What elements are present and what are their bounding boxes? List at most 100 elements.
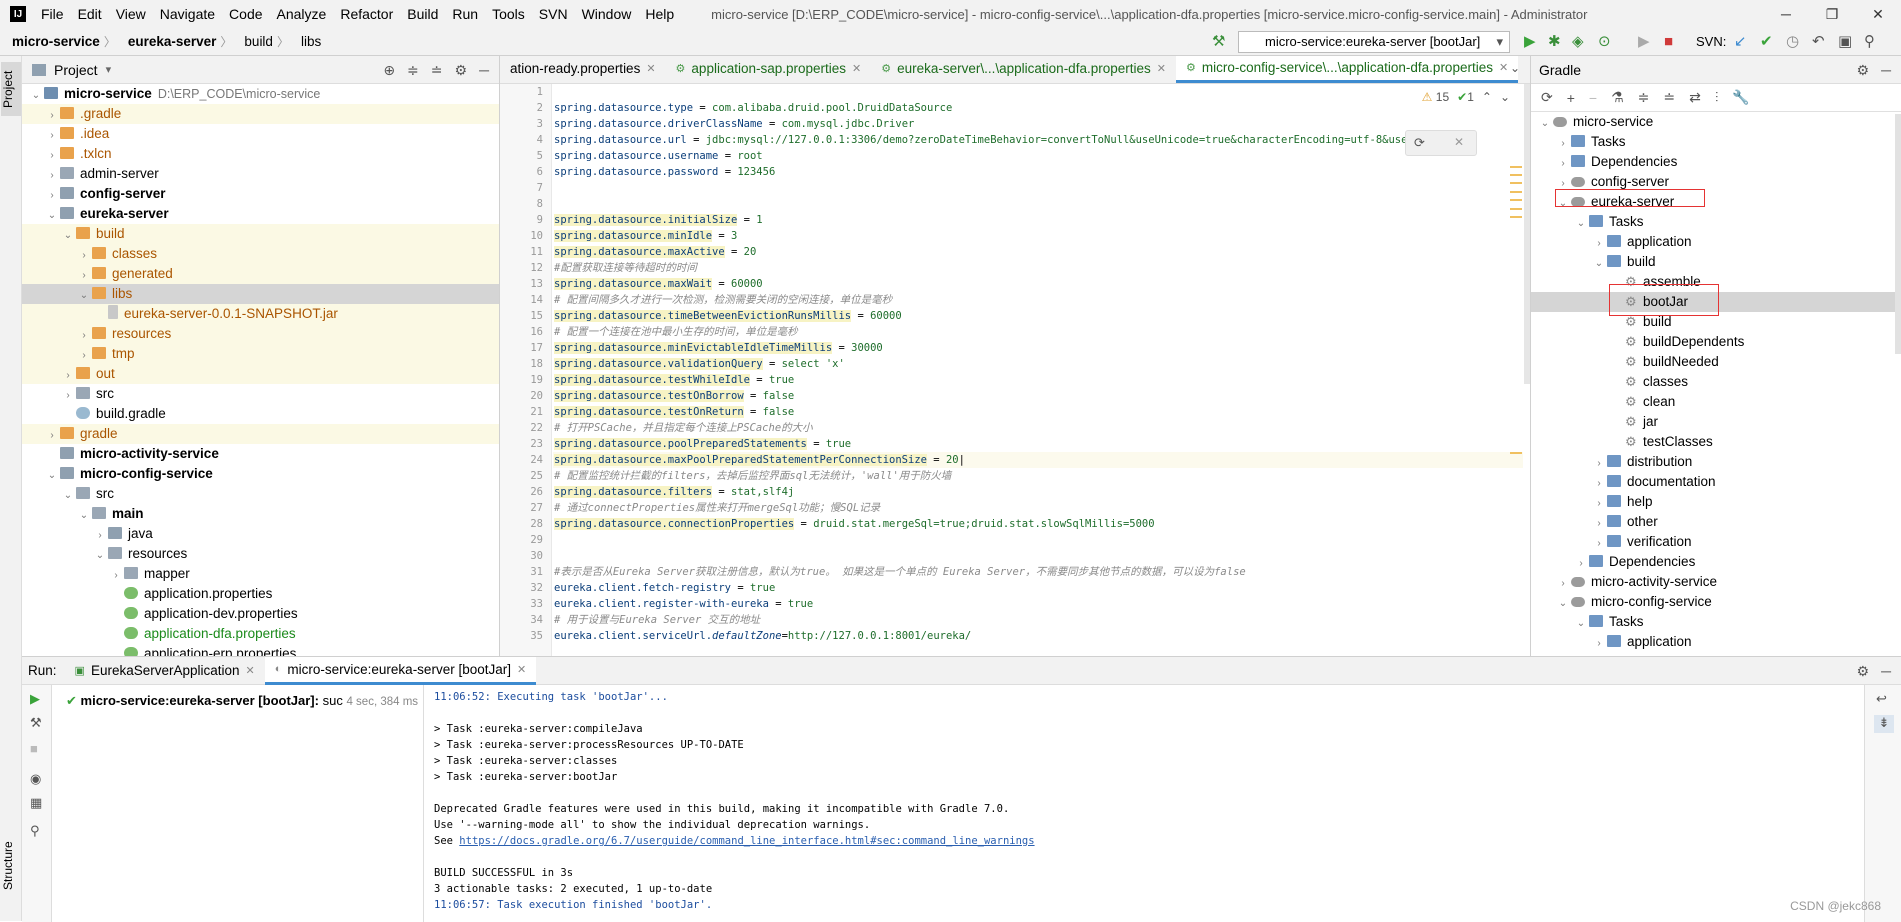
chevron-right-icon[interactable]: › — [92, 526, 108, 546]
code-line[interactable]: spring.datasource.filters = stat,slf4j — [553, 484, 1523, 500]
hide-icon[interactable]: ─ — [1881, 657, 1891, 685]
chevron-right-icon[interactable]: › — [76, 326, 92, 346]
error-stripe-mark[interactable] — [1510, 216, 1522, 218]
chevron-right-icon[interactable]: › — [1555, 154, 1571, 174]
chevron-right-icon[interactable]: › — [108, 566, 124, 586]
project-tree-item[interactable]: micro-activity-service — [22, 444, 499, 464]
svn-update-icon[interactable]: ↙ — [1734, 32, 1747, 52]
gradle-tree-item[interactable]: ⌄ micro-service — [1531, 112, 1901, 132]
gradle-tree-item[interactable]: › application — [1531, 632, 1901, 652]
code-line[interactable]: spring.datasource.type = com.alibaba.dru… — [553, 100, 1523, 116]
gear-icon[interactable]: ⚙ — [1857, 56, 1870, 84]
code-line[interactable]: spring.datasource.minIdle = 3 — [553, 228, 1523, 244]
gradle-tree-item[interactable]: ⚙ build — [1531, 312, 1901, 332]
gradle-tree-item[interactable]: ⚙ classes — [1531, 372, 1901, 392]
search-everywhere-icon[interactable]: ⚲ — [1864, 32, 1875, 52]
eye-icon[interactable]: ◉ — [30, 771, 41, 787]
close-window-icon[interactable]: ✕ — [1855, 0, 1901, 28]
project-tree-item[interactable]: ⌄ libs — [22, 284, 499, 304]
menu-item-run[interactable]: Run — [445, 0, 485, 28]
chevron-down-icon[interactable]: ⌄ — [28, 86, 44, 106]
code-line[interactable]: spring.datasource.password = 123456 — [553, 164, 1523, 180]
project-tree-item[interactable]: ⌄ build — [22, 224, 499, 244]
chevron-down-icon[interactable]: ▾ — [106, 63, 112, 76]
chevron-right-icon[interactable]: › — [44, 426, 60, 446]
menu-item-svn[interactable]: SVN — [532, 0, 575, 28]
gradle-tree-item[interactable]: ⚙ buildDependents — [1531, 332, 1901, 352]
code-line[interactable]: spring.datasource.testOnReturn = false — [553, 404, 1523, 420]
expand-all-icon[interactable]: ≑ — [1638, 89, 1650, 106]
breadcrumb-libs[interactable]: libs — [289, 34, 325, 49]
structure-tool-tab[interactable]: Structure — [1, 831, 21, 901]
menu-item-tools[interactable]: Tools — [485, 0, 532, 28]
close-icon[interactable]: ✕ — [517, 663, 526, 676]
console-link[interactable]: https://docs.gradle.org/6.7/userguide/co… — [459, 835, 1034, 847]
menu-item-analyze[interactable]: Analyze — [270, 0, 334, 28]
breadcrumb-root[interactable]: micro-service — [0, 34, 104, 49]
gradle-reload-popup[interactable]: ⟳ ✕ — [1405, 130, 1477, 156]
minimize-icon[interactable]: ─ — [1763, 0, 1809, 28]
chevron-right-icon[interactable]: › — [60, 386, 76, 406]
hammer-build-icon[interactable]: ⚒ — [1212, 32, 1225, 52]
code-line[interactable]: eureka.client.fetch-registry = true — [553, 580, 1523, 596]
gradle-tree-item[interactable]: ⚙ jar — [1531, 412, 1901, 432]
code-line[interactable]: spring.datasource.url = jdbc:mysql://127… — [553, 132, 1523, 148]
revert-icon[interactable]: ↶ — [1812, 32, 1825, 52]
error-stripe-mark[interactable] — [1510, 199, 1522, 201]
menu-item-file[interactable]: File — [34, 0, 71, 28]
project-tree-item[interactable]: application.properties — [22, 584, 499, 604]
svn-commit-icon[interactable]: ✔ — [1760, 32, 1773, 52]
code-line[interactable]: spring.datasource.driverClassName = com.… — [553, 116, 1523, 132]
project-tree-item[interactable]: ⌄ micro-service D:\ERP_CODE\micro-service — [22, 84, 499, 104]
code-view[interactable]: spring.datasource.type = com.alibaba.dru… — [553, 84, 1523, 656]
project-tree-item[interactable]: › classes — [22, 244, 499, 264]
code-line[interactable]: # 通过connectProperties属性来打开mergeSql功能；慢SQ… — [553, 500, 1523, 516]
stop-icon[interactable]: ■ — [30, 741, 38, 756]
locate-icon[interactable]: ⊕ — [383, 56, 395, 84]
chevron-right-icon[interactable]: › — [1591, 534, 1607, 554]
gradle-tree-item[interactable]: › Tasks — [1531, 132, 1901, 152]
code-line[interactable]: eureka.client.register-with-eureka = tru… — [553, 596, 1523, 612]
gradle-scrollbar[interactable] — [1895, 114, 1901, 354]
execute-task-icon[interactable]: ⚗ — [1611, 89, 1624, 106]
chevron-right-icon[interactable]: › — [44, 166, 60, 186]
error-stripe-mark[interactable] — [1510, 452, 1522, 454]
chevron-right-icon[interactable]: › — [1591, 514, 1607, 534]
run-icon[interactable]: ▶ — [1524, 32, 1536, 52]
gradle-tree-item[interactable]: › micro-activity-service — [1531, 572, 1901, 592]
prev-highlight-icon[interactable]: ⌃ — [1482, 90, 1492, 104]
code-line[interactable]: spring.datasource.maxPoolPreparedStateme… — [553, 452, 1523, 468]
project-tree-item[interactable]: › config-server — [22, 184, 499, 204]
gear-icon[interactable]: ⚙ — [455, 56, 468, 84]
history-icon[interactable]: ◷ — [1786, 32, 1799, 52]
hide-icon[interactable]: ─ — [479, 56, 489, 84]
breadcrumb-build[interactable]: build — [232, 34, 277, 49]
soft-wrap-icon[interactable]: ↩ — [1876, 691, 1887, 707]
code-line[interactable]: spring.datasource.initialSize = 1 — [553, 212, 1523, 228]
chevron-down-icon[interactable]: ⌄ — [60, 486, 76, 506]
chevron-right-icon[interactable]: › — [44, 146, 60, 166]
menu-item-refactor[interactable]: Refactor — [333, 0, 400, 28]
wrench-icon[interactable]: 🔧 — [1732, 89, 1749, 106]
gear-icon[interactable]: ⚙ — [1857, 657, 1870, 685]
code-line[interactable] — [553, 548, 1523, 564]
error-stripe-mark[interactable] — [1510, 182, 1522, 184]
code-line[interactable]: spring.datasource.timeBetweenEvictionRun… — [553, 308, 1523, 324]
close-icon[interactable]: ✕ — [246, 664, 255, 677]
run-config-select[interactable]: micro-service:eureka-server [bootJar] ▾ — [1238, 31, 1510, 53]
code-line[interactable]: # 配置间隔多久才进行一次检测，检测需要关闭的空闲连接，单位是毫秒 — [553, 292, 1523, 308]
code-line[interactable] — [553, 180, 1523, 196]
scroll-to-end-icon[interactable]: ⇟ — [1874, 715, 1894, 733]
rerun-icon[interactable]: ▶ — [30, 691, 40, 707]
project-tree-item[interactable]: › gradle — [22, 424, 499, 444]
code-line[interactable]: # 配置监控统计拦截的filters，去掉后监控界面sql无法统计，'wall'… — [553, 468, 1523, 484]
layout-icon[interactable]: ▦ — [30, 795, 42, 811]
gradle-tree-item[interactable]: ⌄ build — [1531, 252, 1901, 272]
error-stripe-mark[interactable] — [1510, 208, 1522, 210]
project-tree-item[interactable]: › .txlcn — [22, 144, 499, 164]
gradle-tree-item[interactable]: › distribution — [1531, 452, 1901, 472]
gradle-tree-item[interactable]: ⚙ bootJar — [1531, 284, 1901, 316]
project-tree-item[interactable]: › generated — [22, 264, 499, 284]
menu-item-window[interactable]: Window — [575, 0, 639, 28]
project-tree-item[interactable]: › .gradle — [22, 104, 499, 124]
